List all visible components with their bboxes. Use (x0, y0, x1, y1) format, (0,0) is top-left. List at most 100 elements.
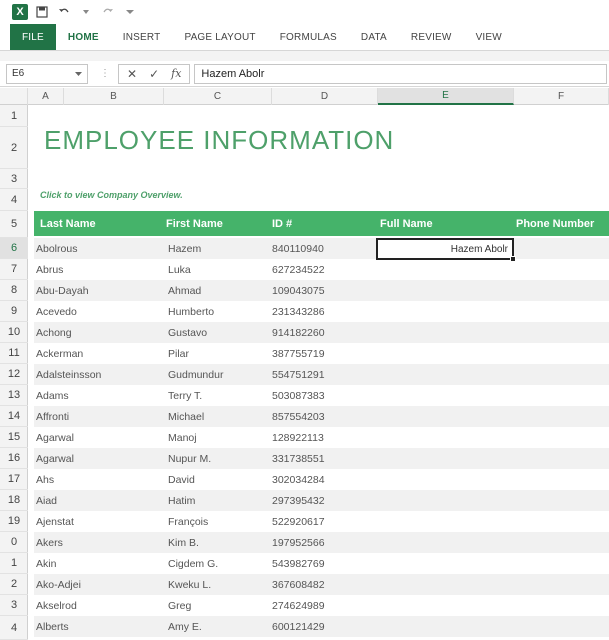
tab-data[interactable]: DATA (349, 24, 399, 50)
cell-last-name[interactable]: Acevedo (36, 301, 77, 322)
tab-page-layout[interactable]: PAGE LAYOUT (172, 24, 267, 50)
cell-first-name[interactable]: Hatim (168, 490, 195, 511)
cell-first-name[interactable]: Manoj (168, 427, 197, 448)
enter-icon[interactable]: ✓ (149, 67, 159, 81)
cell-first-name[interactable]: Kweku L. (168, 574, 211, 595)
row-header[interactable]: 12 (0, 364, 28, 385)
row-header[interactable]: 2 (0, 127, 28, 169)
tab-review[interactable]: REVIEW (399, 24, 464, 50)
cell-id[interactable]: 503087383 (272, 385, 325, 406)
header-last-name[interactable]: Last Name (40, 211, 96, 236)
cell-id[interactable]: 627234522 (272, 259, 325, 280)
active-cell-e6[interactable]: Hazem Abolr (376, 238, 516, 262)
cell-id[interactable]: 297395432 (272, 490, 325, 511)
cell-last-name[interactable]: Akin (36, 553, 56, 574)
cell-id[interactable]: 231343286 (272, 301, 325, 322)
cell-last-name[interactable]: Ahs (36, 469, 54, 490)
cell-id[interactable]: 387755719 (272, 343, 325, 364)
row-header-selected[interactable]: 6 (0, 238, 28, 259)
row-header[interactable]: 7 (0, 259, 28, 280)
cell-id[interactable]: 302034284 (272, 469, 325, 490)
row-header[interactable]: 11 (0, 343, 28, 364)
cell-first-name[interactable]: Humberto (168, 301, 214, 322)
formula-input[interactable]: Hazem Abolr (194, 63, 607, 84)
cell-first-name[interactable]: Gudmundur (168, 364, 223, 385)
row-header[interactable]: 8 (0, 280, 28, 301)
cell-first-name[interactable]: Hazem (168, 238, 201, 259)
cell-id[interactable]: 367608482 (272, 574, 325, 595)
row-header[interactable]: 13 (0, 385, 28, 406)
name-box[interactable]: E6 (6, 63, 88, 84)
redo-icon[interactable] (100, 4, 116, 20)
cell-last-name[interactable]: Abolrous (36, 238, 77, 259)
row-header[interactable]: 0 (0, 532, 28, 553)
cell-last-name[interactable]: Akers (36, 532, 63, 553)
row-header[interactable]: 2 (0, 574, 28, 595)
row-header[interactable]: 9 (0, 301, 28, 322)
cell-last-name[interactable]: Adams (36, 385, 69, 406)
cell-last-name[interactable]: Agarwal (36, 427, 74, 448)
cell-id[interactable]: 914182260 (272, 322, 325, 343)
cell-first-name[interactable]: Michael (168, 406, 204, 427)
cell-id[interactable]: 857554203 (272, 406, 325, 427)
tab-file[interactable]: FILE (10, 24, 56, 50)
cell-last-name[interactable]: Aiad (36, 490, 57, 511)
cell-last-name[interactable]: Agarwal (36, 448, 74, 469)
row-header[interactable]: 16 (0, 448, 28, 469)
header-full-name[interactable]: Full Name (380, 211, 433, 236)
row-header[interactable]: 4 (0, 616, 28, 640)
cell-last-name[interactable]: Ackerman (36, 343, 83, 364)
cell-id[interactable]: 522920617 (272, 511, 325, 532)
undo-dropdown-icon[interactable] (78, 4, 94, 20)
cell-last-name[interactable]: Affronti (36, 406, 69, 427)
cell-id[interactable]: 197952566 (272, 532, 325, 553)
company-overview-link[interactable]: Click to view Company Overview. (40, 190, 183, 200)
row-header[interactable]: 17 (0, 469, 28, 490)
header-phone-number[interactable]: Phone Number (516, 211, 594, 236)
worksheet-grid[interactable]: EMPLOYEE INFORMATION Click to view Compa… (28, 105, 609, 640)
cell-first-name[interactable]: Luka (168, 259, 191, 280)
row-header[interactable]: 18 (0, 490, 28, 511)
row-header[interactable]: 4 (0, 189, 28, 211)
cell-last-name[interactable]: Abrus (36, 259, 63, 280)
cell-last-name[interactable]: Akselrod (36, 595, 77, 616)
cell-first-name[interactable]: François (168, 511, 208, 532)
column-header-e[interactable]: E (378, 88, 514, 105)
header-first-name[interactable]: First Name (166, 211, 223, 236)
cancel-icon[interactable]: ✕ (127, 67, 137, 81)
cell-last-name[interactable]: Abu-Dayah (36, 280, 89, 301)
cell-id[interactable]: 554751291 (272, 364, 325, 385)
cell-last-name[interactable]: Achong (36, 322, 72, 343)
row-header[interactable]: 14 (0, 406, 28, 427)
row-header[interactable]: 10 (0, 322, 28, 343)
header-id[interactable]: ID # (272, 211, 292, 236)
cell-last-name[interactable]: Alberts (36, 616, 69, 637)
cell-id[interactable]: 543982769 (272, 553, 325, 574)
row-header[interactable]: 3 (0, 595, 28, 616)
customize-icon[interactable] (122, 4, 138, 20)
cell-id[interactable]: 274624989 (272, 595, 325, 616)
column-header-c[interactable]: C (164, 88, 272, 105)
undo-icon[interactable] (56, 4, 72, 20)
fill-handle[interactable] (510, 256, 516, 262)
cell-first-name[interactable]: Cigdem G. (168, 553, 218, 574)
cell-first-name[interactable]: Greg (168, 595, 191, 616)
tab-view[interactable]: VIEW (464, 24, 514, 50)
save-icon[interactable] (34, 4, 50, 20)
cell-first-name[interactable]: Pilar (168, 343, 189, 364)
cell-first-name[interactable]: David (168, 469, 195, 490)
tab-formulas[interactable]: FORMULAS (268, 24, 349, 50)
column-header-b[interactable]: B (64, 88, 164, 105)
row-header[interactable]: 1 (0, 105, 28, 127)
cell-first-name[interactable]: Terry T. (168, 385, 202, 406)
cell-first-name[interactable]: Ahmad (168, 280, 201, 301)
cell-last-name[interactable]: Ajenstat (36, 511, 74, 532)
row-header[interactable]: 15 (0, 427, 28, 448)
insert-function-icon[interactable]: fx (171, 67, 181, 80)
cell-last-name[interactable]: Adalsteinsson (36, 364, 101, 385)
cell-first-name[interactable]: Gustavo (168, 322, 207, 343)
column-header-f[interactable]: F (514, 88, 609, 105)
row-header[interactable]: 3 (0, 169, 28, 189)
column-header-a[interactable]: A (28, 88, 64, 105)
cell-id[interactable]: 331738551 (272, 448, 325, 469)
